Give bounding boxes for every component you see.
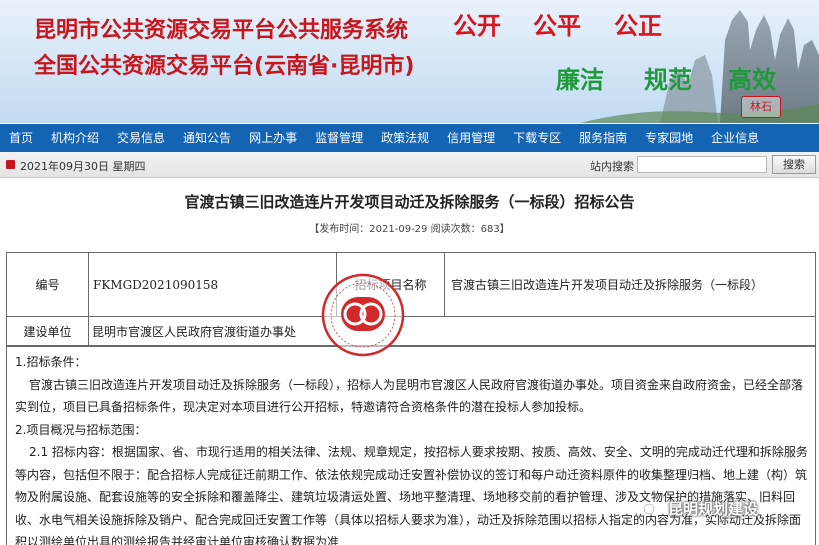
project-name-value: 官渡古镇三旧改造连片开发项目动迁及拆除服务（一标段） bbox=[444, 252, 816, 317]
article-title: 官渡古镇三旧改造连片开发项目动迁及拆除服务（一标段）招标公告 bbox=[184, 193, 635, 211]
article-meta: 【发布时间：2021-09-29 阅读次数：683】 bbox=[309, 224, 510, 235]
page: 昆明市公共资源交易平台公共服务系统 全国公共资源交易平台(云南省·昆明市) 公开… bbox=[0, 0, 819, 545]
section2-heading: 2.项目概况与招标范围： bbox=[15, 422, 147, 437]
slogan-clean: 廉洁 bbox=[556, 65, 604, 94]
search-button[interactable]: 搜索 bbox=[772, 155, 816, 174]
nav-item-trading-info[interactable]: 交易信息 bbox=[108, 124, 174, 152]
nav-item-about[interactable]: 机构介绍 bbox=[42, 124, 108, 152]
nav-item-service-guide[interactable]: 服务指南 bbox=[570, 124, 636, 152]
section1-heading: 1.招标条件： bbox=[15, 355, 87, 369]
slogan-efficient: 高效 bbox=[728, 65, 776, 94]
code-label: 编号 bbox=[6, 252, 89, 317]
wechat-logo-icon bbox=[643, 502, 662, 515]
code-value: FKMGD2021090158 bbox=[88, 252, 337, 317]
project-info-table: 编号 FKMGD2021090158 招标项目名称 官渡古镇三旧改造连片开发项目… bbox=[6, 252, 816, 346]
section2-text: 2.1 招标内容：根据国家、省、市现行适用的相关法律、法规、规章规定，按招标人要… bbox=[15, 445, 808, 545]
search-input[interactable] bbox=[637, 156, 767, 173]
slogan-open: 公开 bbox=[453, 11, 501, 40]
table-row: 建设单位 昆明市官渡区人民政府官渡街道办事处 bbox=[6, 316, 816, 346]
nav-item-online-services[interactable]: 网上办事 bbox=[240, 124, 306, 152]
nav-item-home[interactable]: 首页 bbox=[0, 124, 42, 152]
nav-item-enterprises[interactable]: 企业信息 bbox=[702, 124, 768, 152]
current-date: 2021年09月30日 星期四 bbox=[20, 160, 146, 173]
nav-item-notices[interactable]: 通知公告 bbox=[174, 124, 240, 152]
banner-seal: 林石 bbox=[741, 96, 781, 118]
wechat-watermark: 昆明规划建设 bbox=[642, 498, 758, 519]
slogan-standard: 规范 bbox=[644, 65, 692, 94]
nav-item-experts[interactable]: 专家园地 bbox=[636, 124, 702, 152]
nav-item-downloads[interactable]: 下载专区 bbox=[504, 124, 570, 152]
calendar-icon bbox=[6, 160, 15, 169]
main-nav: 首页 机构介绍 交易信息 通知公告 网上办事 监督管理 政策法规 信用管理 下载… bbox=[0, 124, 819, 152]
site-banner: 昆明市公共资源交易平台公共服务系统 全国公共资源交易平台(云南省·昆明市) 公开… bbox=[0, 0, 819, 123]
nav-item-policies[interactable]: 政策法规 bbox=[372, 124, 438, 152]
section1-text: 官渡古镇三旧改造连片开发项目动迁及拆除服务（一标段），招标人为昆明市官渡区人民政… bbox=[15, 377, 804, 415]
watermark-text: 昆明规划建设 bbox=[668, 500, 759, 518]
search-label: 站内搜索 bbox=[590, 160, 634, 173]
unit-value: 昆明市官渡区人民政府官渡街道办事处 bbox=[88, 316, 816, 346]
site-subtitle: 全国公共资源交易平台(云南省·昆明市) bbox=[34, 54, 415, 79]
unit-label: 建设单位 bbox=[6, 316, 89, 346]
slogan-just: 公正 bbox=[614, 11, 662, 40]
official-seal-stamp bbox=[321, 273, 405, 357]
date-search-bar: 2021年09月30日 星期四 站内搜索 搜索 bbox=[0, 152, 819, 178]
nav-item-credit[interactable]: 信用管理 bbox=[438, 124, 504, 152]
table-row: 编号 FKMGD2021090158 招标项目名称 官渡古镇三旧改造连片开发项目… bbox=[6, 252, 816, 317]
nav-item-supervision[interactable]: 监督管理 bbox=[306, 124, 372, 152]
slogan-fair: 公平 bbox=[533, 11, 581, 40]
site-title: 昆明市公共资源交易平台公共服务系统 bbox=[34, 18, 409, 43]
